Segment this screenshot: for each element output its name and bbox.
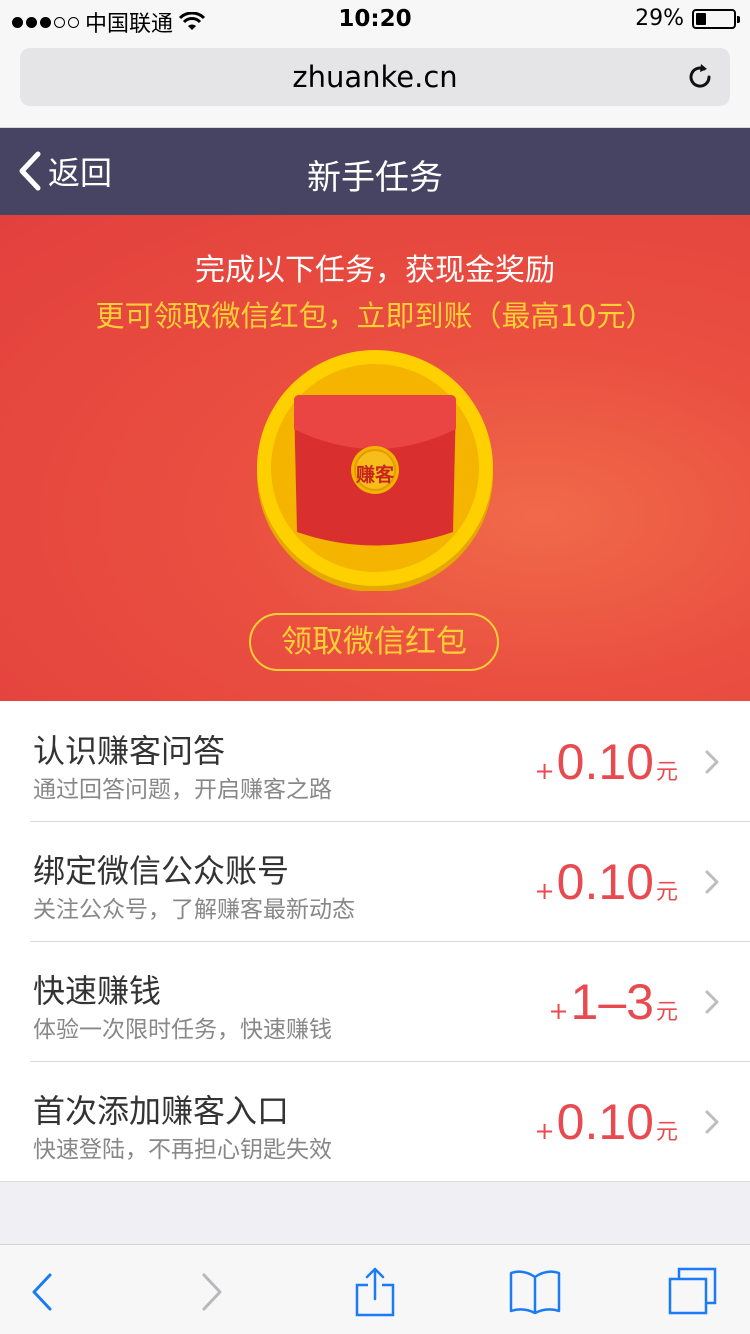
back-arrow-icon[interactable] xyxy=(16,1267,70,1317)
task-list: 认识赚客问答 通过回答问题，开启赚客之路 +0.10 元绑定微信公众账号 关注公众号，了… xyxy=(0,701,750,1182)
reward-unit: 元 xyxy=(655,1120,678,1145)
task-row[interactable]: 快速赚钱体验一次限时任务，快速赚钱 +1–3 元 xyxy=(0,941,750,1061)
task-reward: +0.10 元 xyxy=(535,733,678,791)
chevron-right-icon xyxy=(705,750,719,774)
task-title: 快速赚钱 xyxy=(33,972,162,1010)
reward-unit: 元 xyxy=(655,880,678,905)
status-bar: 中国联通 10:20 29% xyxy=(0,0,750,40)
browser-address-area: zhuanke.cn xyxy=(0,40,750,128)
battery-icon xyxy=(692,8,740,29)
claim-wechat-redpacket-button[interactable]: 领取微信红包 xyxy=(249,613,499,671)
battery-percent: 29% xyxy=(635,6,684,31)
task-row[interactable]: 认识赚客问答通过回答问题，开启赚客之路 +0.10 元 xyxy=(0,701,750,821)
task-title: 认识赚客问答 xyxy=(33,732,226,770)
task-row[interactable]: 首次添加赚客入口快速登陆，不再担心钥匙失效 +0.10 元 xyxy=(0,1061,750,1181)
chevron-right-icon xyxy=(705,870,719,894)
chevron-right-icon xyxy=(705,990,719,1014)
reward-amount: 0.10 xyxy=(556,734,654,790)
page-title: 新手任务 xyxy=(307,158,443,198)
banner-subheadline: 更可领取微信红包，立即到账（最高10元） xyxy=(95,299,655,333)
reload-icon[interactable] xyxy=(684,61,716,93)
chevron-right-icon xyxy=(705,1110,719,1134)
task-description: 通过回答问题，开启赚客之路 xyxy=(33,777,332,803)
task-description: 快速登陆，不再担心钥匙失效 xyxy=(33,1137,332,1163)
reward-amount: 0.10 xyxy=(556,1094,654,1150)
task-description: 关注公众号，了解赚客最新动态 xyxy=(33,897,355,923)
reward-unit: 元 xyxy=(655,1000,678,1025)
reward-banner: 完成以下任务，获现金奖励 更可领取微信红包，立即到账（最高10元） 赚客 领取微… xyxy=(0,215,750,701)
browser-toolbar xyxy=(0,1244,750,1334)
reward-plus-sign: + xyxy=(534,1117,555,1145)
nav-bar: 返回 新手任务 xyxy=(0,128,750,215)
banner-headline: 完成以下任务，获现金奖励 xyxy=(195,253,555,288)
task-reward: +0.10 元 xyxy=(535,1093,678,1151)
reward-plus-sign: + xyxy=(548,997,569,1025)
reward-amount: 1–3 xyxy=(570,974,654,1030)
task-title: 绑定微信公众账号 xyxy=(33,852,290,890)
envelope-label: 赚客 xyxy=(355,464,394,486)
forward-arrow-icon[interactable] xyxy=(184,1267,238,1317)
reward-plus-sign: + xyxy=(534,757,555,785)
status-right: 29% xyxy=(635,6,740,31)
reward-amount: 0.10 xyxy=(556,854,654,910)
tabs-icon[interactable] xyxy=(666,1267,720,1317)
task-reward: +1–3 元 xyxy=(548,973,678,1031)
task-row[interactable]: 绑定微信公众账号关注公众号，了解赚客最新动态 +0.10 元 xyxy=(0,821,750,941)
share-icon[interactable] xyxy=(348,1267,402,1317)
reward-plus-sign: + xyxy=(534,877,555,905)
bookmarks-icon[interactable] xyxy=(508,1267,562,1317)
task-description: 体验一次限时任务，快速赚钱 xyxy=(33,1017,332,1043)
task-reward: +0.10 元 xyxy=(535,853,678,911)
url-text[interactable]: zhuanke.cn xyxy=(20,60,730,94)
task-title: 首次添加赚客入口 xyxy=(33,1092,290,1130)
address-bar[interactable]: zhuanke.cn xyxy=(20,48,730,106)
reward-unit: 元 xyxy=(655,760,678,785)
